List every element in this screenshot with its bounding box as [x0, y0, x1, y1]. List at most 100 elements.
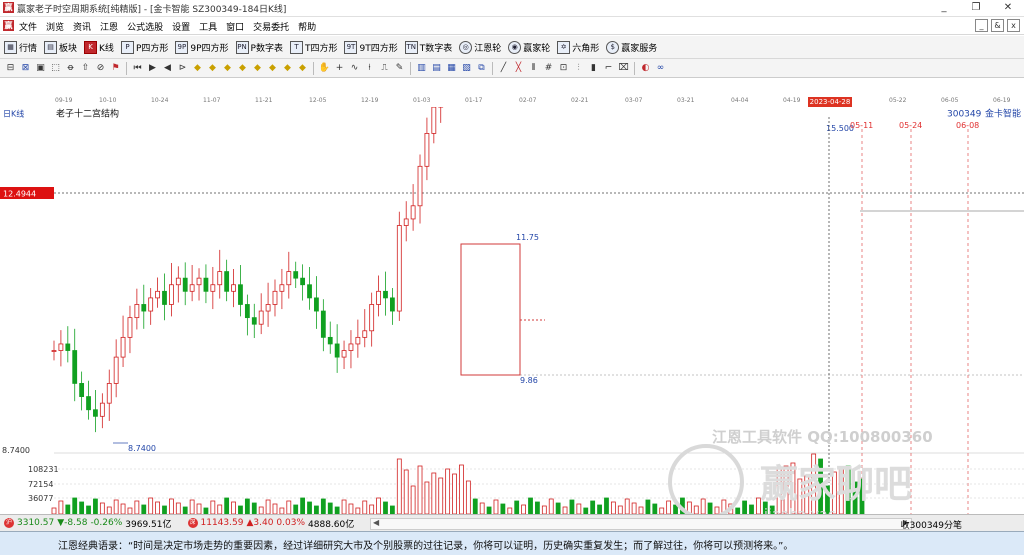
menu-item-5[interactable]: 设置	[172, 20, 190, 33]
stamp-icon[interactable]: ⎍	[378, 62, 391, 75]
prev-icon[interactable]: ◀	[161, 62, 174, 75]
toolbar-button-4[interactable]: 9P9P四方形	[175, 41, 228, 54]
period-label: 日K线	[3, 109, 24, 119]
menu-item-8[interactable]: 交易委托	[253, 20, 289, 33]
fan-icon[interactable]: ⍿	[363, 62, 376, 75]
toolbar-separator	[492, 62, 493, 75]
menu-item-4[interactable]: 公式选股	[127, 20, 163, 33]
wave-icon[interactable]: ∿	[348, 62, 361, 75]
candle-up	[404, 219, 408, 226]
menu-item-7[interactable]: 窗口	[226, 20, 244, 33]
chart-scrollbar[interactable]: ◀ ▶	[370, 518, 912, 530]
window-icon[interactable]: ▥	[415, 62, 428, 75]
toolbar-label: 赢家轮	[523, 41, 550, 54]
volume-bar	[301, 498, 305, 514]
volume-bar	[556, 503, 560, 514]
minimize-button[interactable]: _	[928, 0, 960, 16]
diamond-icon[interactable]: ◆	[191, 62, 204, 75]
hand-icon[interactable]: ✋	[318, 62, 331, 75]
diamond-icon[interactable]: ◆	[221, 62, 234, 75]
box-icon[interactable]: ⊡	[557, 62, 570, 75]
volume-bar	[542, 506, 546, 514]
first-icon[interactable]: ⏮	[131, 62, 144, 75]
candle-up	[218, 272, 222, 285]
menu-item-9[interactable]: 帮助	[298, 20, 316, 33]
line-icon[interactable]: ╱	[497, 62, 510, 75]
toolbar-button-6[interactable]: TT四方形	[290, 41, 338, 54]
cross-icon[interactable]: +	[333, 62, 346, 75]
toolbar-button-9[interactable]: ◎江恩轮	[459, 41, 501, 54]
volume-bar	[494, 500, 498, 514]
toolbar-button-1[interactable]: ▤板块	[44, 41, 77, 54]
menu-item-2[interactable]: 资讯	[73, 20, 91, 33]
candle-up	[287, 272, 291, 285]
volume-bar	[439, 478, 443, 514]
period-icon[interactable]: ꝋ	[64, 62, 77, 75]
toolbar-button-11[interactable]: ✡六角形	[557, 41, 599, 54]
play-icon[interactable]: ▶	[146, 62, 159, 75]
mdi-close-button[interactable]: x	[1007, 19, 1020, 32]
step-icon[interactable]: ⌐	[602, 62, 615, 75]
bar-icon[interactable]: ▮	[587, 62, 600, 75]
index-shanghai[interactable]: 沪 3310.57 ▼-8.58 -0.26% 3969.51亿	[0, 517, 172, 530]
window-icon[interactable]: ▦	[445, 62, 458, 75]
candle-up	[377, 291, 381, 304]
volume-bar	[328, 503, 332, 514]
pane-icon[interactable]: ⧉	[475, 62, 488, 75]
cross-line-icon[interactable]: ╳	[512, 62, 525, 75]
tick-data-label[interactable]: 收300349分笔	[901, 518, 962, 531]
diamond-icon[interactable]: ◆	[296, 62, 309, 75]
mdi-minimize-button[interactable]: _	[975, 19, 988, 32]
window-icon[interactable]: ▤	[430, 62, 443, 75]
pointer-icon[interactable]: ▣	[34, 62, 47, 75]
menu-item-0[interactable]: 文件	[19, 20, 37, 33]
scroll-left-icon[interactable]: ◀	[373, 518, 379, 527]
bars-icon[interactable]: ⫴	[527, 62, 540, 75]
grid-icon[interactable]: #	[542, 62, 555, 75]
eraser-icon[interactable]: ⌧	[617, 62, 630, 75]
layout-icon[interactable]: ⊟	[4, 62, 17, 75]
diamond-icon[interactable]: ◆	[206, 62, 219, 75]
toolbar-button-3[interactable]: PP四方形	[121, 41, 168, 54]
link-icon[interactable]: ∞	[654, 62, 667, 75]
future-date-label: 05-11	[850, 121, 873, 130]
diamond-icon[interactable]: ◆	[236, 62, 249, 75]
diamond-icon[interactable]: ◆	[281, 62, 294, 75]
toolbar-button-12[interactable]: $赢家服务	[606, 41, 657, 54]
toolbar-button-5[interactable]: PNP数字表	[236, 41, 283, 54]
toolbar-button-8[interactable]: TNT数字表	[405, 41, 453, 54]
flag-icon[interactable]: ⚑	[109, 62, 122, 75]
index-shenzhen[interactable]: 深 11143.59 ▲3.40 0.03% 4888.60亿	[184, 517, 355, 530]
color-icon[interactable]: ◐	[639, 62, 652, 75]
candle-down	[162, 291, 166, 304]
zoom-icon[interactable]: ⊠	[19, 62, 32, 75]
date-tick: 12-19	[361, 97, 378, 104]
volume-bar	[598, 505, 602, 514]
toolbar-button-10[interactable]: ◉赢家轮	[508, 41, 550, 54]
mdi-restore-button[interactable]: &	[991, 19, 1004, 32]
up-icon[interactable]: ⇧	[79, 62, 92, 75]
lock-icon[interactable]: ⊘	[94, 62, 107, 75]
diamond-icon[interactable]: ◆	[266, 62, 279, 75]
toolbar-button-7[interactable]: 9T9T四方形	[344, 41, 397, 54]
toolbar-button-2[interactable]: KK线	[84, 41, 114, 54]
next-icon[interactable]: ⊳	[176, 62, 189, 75]
volume-bar	[370, 505, 374, 514]
volume-bar	[232, 502, 236, 514]
brush-icon[interactable]: ✎	[393, 62, 406, 75]
toolbar-label: T数字表	[420, 41, 453, 54]
menu-item-1[interactable]: 浏览	[46, 20, 64, 33]
kline-chart[interactable]: 日K线老子十二宫结构300349金卡智能12.494411.759.868.74…	[0, 107, 1024, 514]
toolbar-separator	[634, 62, 635, 75]
close-button[interactable]: ✕	[992, 0, 1024, 16]
window-icon[interactable]: ▧	[460, 62, 473, 75]
volume-bar	[701, 499, 705, 514]
toolbar-button-0[interactable]: ▦行情	[4, 41, 37, 54]
menu-item-3[interactable]: 江恩	[100, 20, 118, 33]
doc-logo-icon: 赢	[3, 20, 14, 31]
menu-item-6[interactable]: 工具	[199, 20, 217, 33]
frame-icon[interactable]: ⬚	[49, 62, 62, 75]
chart-icon[interactable]: ⫶	[572, 62, 585, 75]
diamond-icon[interactable]: ◆	[251, 62, 264, 75]
restore-button[interactable]: ❐	[960, 0, 992, 16]
